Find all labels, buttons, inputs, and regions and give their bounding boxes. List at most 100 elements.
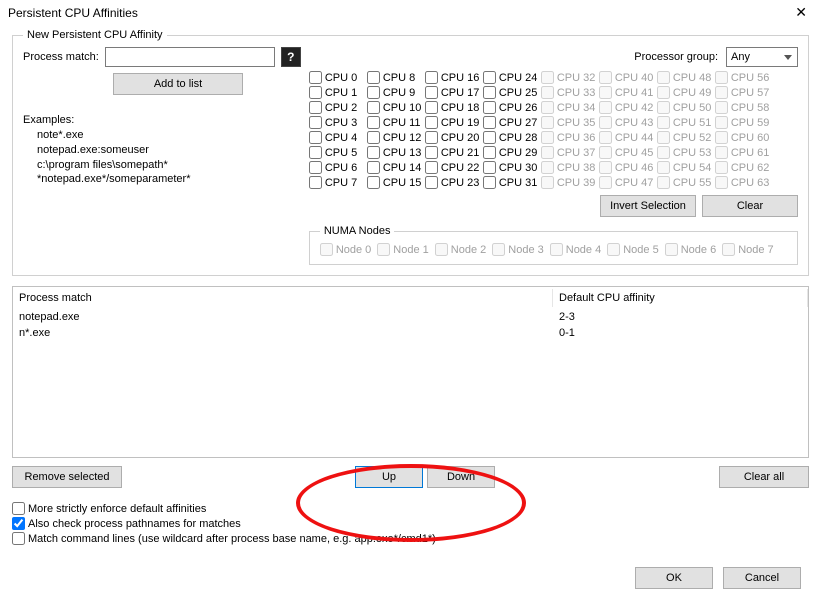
- cpu-checkbox-17[interactable]: CPU 17: [425, 86, 483, 99]
- cpu-checkbox-27[interactable]: CPU 27: [483, 116, 541, 129]
- cpu-checkbox-7[interactable]: CPU 7: [309, 176, 367, 189]
- cpu-18-input[interactable]: [425, 101, 438, 114]
- cpu-checkbox-9[interactable]: CPU 9: [367, 86, 425, 99]
- affinity-list[interactable]: Process match Default CPU affinity notep…: [12, 286, 809, 458]
- down-button[interactable]: Down: [427, 466, 495, 488]
- cpu-checkbox-22[interactable]: CPU 22: [425, 161, 483, 174]
- cpu-checkbox-25[interactable]: CPU 25: [483, 86, 541, 99]
- opt-cmdlines[interactable]: Match command lines (use wildcard after …: [12, 532, 809, 545]
- cpu-14-input[interactable]: [367, 161, 380, 174]
- cpu-5-input[interactable]: [309, 146, 322, 159]
- cpu-11-input[interactable]: [367, 116, 380, 129]
- cpu-20-input[interactable]: [425, 131, 438, 144]
- cpu-checkbox-55: CPU 55: [657, 176, 715, 189]
- cpu-checkbox-29[interactable]: CPU 29: [483, 146, 541, 159]
- cpu-checkbox-11[interactable]: CPU 11: [367, 116, 425, 129]
- cpu-checkbox-51: CPU 51: [657, 116, 715, 129]
- col-default-affinity[interactable]: Default CPU affinity: [553, 289, 808, 307]
- process-match-label: Process match:: [23, 51, 99, 63]
- processor-group-select[interactable]: Any: [726, 47, 798, 67]
- cancel-button[interactable]: Cancel: [723, 567, 801, 589]
- cpu-1-input[interactable]: [309, 86, 322, 99]
- clear-all-button[interactable]: Clear all: [719, 466, 809, 488]
- close-icon[interactable]: ✕: [789, 4, 813, 21]
- cpu-checkbox-19[interactable]: CPU 19: [425, 116, 483, 129]
- cpu-checkbox-15[interactable]: CPU 15: [367, 176, 425, 189]
- cpu-6-input[interactable]: [309, 161, 322, 174]
- cpu-checkbox-12[interactable]: CPU 12: [367, 131, 425, 144]
- cpu-checkbox-4[interactable]: CPU 4: [309, 131, 367, 144]
- cpu-checkbox-5[interactable]: CPU 5: [309, 146, 367, 159]
- up-button[interactable]: Up: [355, 466, 423, 488]
- invert-selection-button[interactable]: Invert Selection: [600, 195, 696, 217]
- add-to-list-button[interactable]: Add to list: [113, 73, 243, 95]
- cpu-26-input[interactable]: [483, 101, 496, 114]
- table-row[interactable]: n*.exe0-1: [13, 325, 808, 341]
- ok-button[interactable]: OK: [635, 567, 713, 589]
- cpu-26-label: CPU 26: [499, 102, 538, 114]
- cpu-checkbox-23[interactable]: CPU 23: [425, 176, 483, 189]
- cpu-21-input[interactable]: [425, 146, 438, 159]
- cpu-3-input[interactable]: [309, 116, 322, 129]
- help-icon[interactable]: ?: [281, 47, 301, 67]
- cpu-checkbox-18[interactable]: CPU 18: [425, 101, 483, 114]
- cpu-checkbox-2[interactable]: CPU 2: [309, 101, 367, 114]
- cpu-checkbox-13[interactable]: CPU 13: [367, 146, 425, 159]
- opt-paths[interactable]: Also check process pathnames for matches: [12, 517, 809, 530]
- cpu-checkbox-3[interactable]: CPU 3: [309, 116, 367, 129]
- cpu-7-input[interactable]: [309, 176, 322, 189]
- cpu-checkbox-28[interactable]: CPU 28: [483, 131, 541, 144]
- cpu-4-input[interactable]: [309, 131, 322, 144]
- cpu-10-input[interactable]: [367, 101, 380, 114]
- cpu-checkbox-10[interactable]: CPU 10: [367, 101, 425, 114]
- cpu-25-input[interactable]: [483, 86, 496, 99]
- cpu-checkbox-0[interactable]: CPU 0: [309, 71, 367, 84]
- cpu-13-input[interactable]: [367, 146, 380, 159]
- cpu-checkbox-30[interactable]: CPU 30: [483, 161, 541, 174]
- cpu-checkbox-26[interactable]: CPU 26: [483, 101, 541, 114]
- cpu-16-input[interactable]: [425, 71, 438, 84]
- cpu-23-input[interactable]: [425, 176, 438, 189]
- cpu-60-input: [715, 131, 728, 144]
- opt-cmdlines-checkbox[interactable]: [12, 532, 25, 545]
- clear-button[interactable]: Clear: [702, 195, 798, 217]
- table-row[interactable]: notepad.exe2-3: [13, 309, 808, 325]
- cpu-checkbox-6[interactable]: CPU 6: [309, 161, 367, 174]
- opt-strict[interactable]: More strictly enforce default affinities: [12, 502, 809, 515]
- cpu-1-label: CPU 1: [325, 87, 357, 99]
- cpu-54-label: CPU 54: [673, 162, 712, 174]
- process-match-input[interactable]: [105, 47, 275, 67]
- remove-selected-button[interactable]: Remove selected: [12, 466, 122, 488]
- cpu-27-input[interactable]: [483, 116, 496, 129]
- numa-node-7-label: Node 7: [738, 244, 773, 256]
- cpu-43-input: [599, 116, 612, 129]
- cpu-29-input[interactable]: [483, 146, 496, 159]
- cpu-checkbox-1[interactable]: CPU 1: [309, 86, 367, 99]
- cpu-30-input[interactable]: [483, 161, 496, 174]
- cpu-checkbox-31[interactable]: CPU 31: [483, 176, 541, 189]
- cpu-2-input[interactable]: [309, 101, 322, 114]
- cpu-17-input[interactable]: [425, 86, 438, 99]
- cpu-19-input[interactable]: [425, 116, 438, 129]
- opt-paths-checkbox[interactable]: [12, 517, 25, 530]
- opt-strict-checkbox[interactable]: [12, 502, 25, 515]
- cpu-31-input[interactable]: [483, 176, 496, 189]
- col-process-match[interactable]: Process match: [13, 289, 553, 307]
- cpu-22-input[interactable]: [425, 161, 438, 174]
- cpu-9-input[interactable]: [367, 86, 380, 99]
- cpu-28-input[interactable]: [483, 131, 496, 144]
- cpu-checkbox-21[interactable]: CPU 21: [425, 146, 483, 159]
- cpu-checkbox-16[interactable]: CPU 16: [425, 71, 483, 84]
- cpu-15-input[interactable]: [367, 176, 380, 189]
- cpu-checkbox-52: CPU 52: [657, 131, 715, 144]
- cpu-checkbox-8[interactable]: CPU 8: [367, 71, 425, 84]
- cpu-checkbox-14[interactable]: CPU 14: [367, 161, 425, 174]
- cpu-0-input[interactable]: [309, 71, 322, 84]
- cpu-checkbox-24[interactable]: CPU 24: [483, 71, 541, 84]
- cpu-checkbox-61: CPU 61: [715, 146, 773, 159]
- cpu-8-input[interactable]: [367, 71, 380, 84]
- cpu-24-input[interactable]: [483, 71, 496, 84]
- cpu-12-input[interactable]: [367, 131, 380, 144]
- cpu-8-label: CPU 8: [383, 72, 415, 84]
- cpu-checkbox-20[interactable]: CPU 20: [425, 131, 483, 144]
